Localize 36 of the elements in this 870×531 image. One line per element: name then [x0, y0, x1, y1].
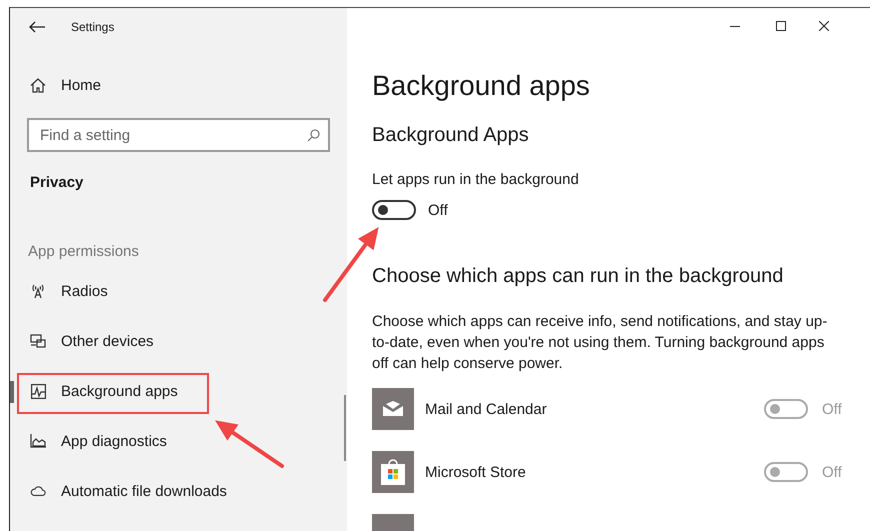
section-heading: Choose which apps can run in the background	[372, 264, 784, 289]
setting-label: Let apps run in the background	[372, 170, 580, 190]
sidebar-item[interactable]: Radios	[10, 266, 347, 316]
toggle-state: Off	[428, 202, 448, 218]
radio-tower-icon	[31, 283, 45, 299]
page-title: Background apps	[372, 69, 591, 103]
scrollbar[interactable]	[344, 395, 346, 461]
activity-chart-icon	[30, 384, 46, 398]
toggle-state: Off	[822, 400, 843, 418]
description: Choose which apps can receive info, send notifications, and stay up-to-date, even when you're not using them. Turning background apps off can help conserve power.	[372, 312, 828, 374]
sidebar-item[interactable]: Background apps	[10, 366, 347, 416]
devices-icon	[30, 334, 46, 348]
home-nav-item[interactable]: Home	[10, 60, 347, 110]
store-app-icon	[372, 451, 414, 493]
annotation-arrow	[215, 420, 284, 468]
home-icon	[30, 78, 46, 92]
window-title: Settings	[71, 20, 114, 34]
app-name: Microsoft Store	[425, 464, 527, 480]
toggle-switch[interactable]	[372, 200, 416, 220]
app-name: Mail and Calendar	[425, 400, 548, 418]
back-arrow-icon[interactable]	[29, 21, 45, 33]
home-label: Home	[61, 76, 102, 94]
group-label: App permissions	[28, 242, 140, 262]
mail-app-icon	[372, 388, 414, 430]
section-title: Privacy	[30, 173, 84, 193]
close-icon	[819, 21, 829, 31]
sidebar-item[interactable]: Other devices	[10, 316, 347, 366]
toggle-state: Off	[822, 464, 843, 480]
maximize-icon	[776, 21, 786, 31]
sidebar-item[interactable]: Automatic file downloads	[10, 466, 347, 516]
area-chart-icon	[30, 434, 46, 448]
section-heading: Background Apps	[372, 123, 530, 148]
search-field[interactable]: Find a setting	[27, 118, 330, 152]
sidebar-item[interactable]: App diagnostics	[10, 416, 347, 466]
search-icon	[307, 129, 320, 142]
cloud-icon	[30, 485, 46, 497]
